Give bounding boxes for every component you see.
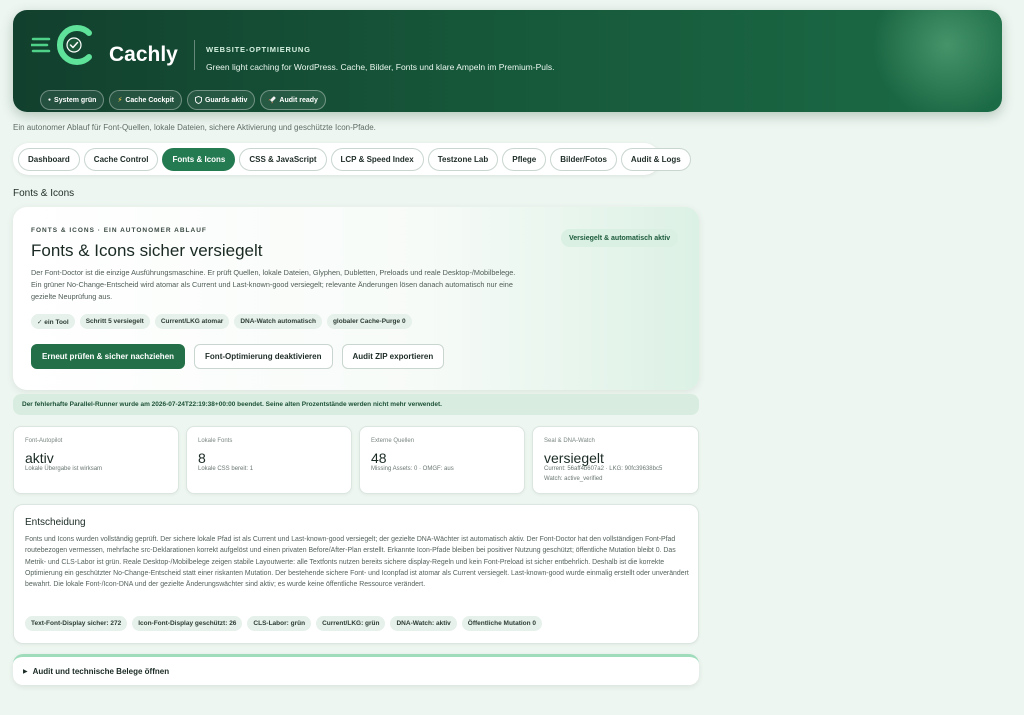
status-chip-system[interactable]: ● System grün	[40, 90, 105, 110]
header-divider	[194, 40, 195, 70]
metric-external-sources: Externe Quellen 48 Missing Assets: 0 · O…	[359, 426, 525, 494]
fonts-status-card: FONTS & ICONS · EIN AUTONOMER ABLAUF Fon…	[13, 207, 699, 390]
status-chip-list: ● System grün ⚡ Cache Cockpit Guards akt…	[40, 90, 326, 110]
tab-audit-logs[interactable]: Audit & Logs	[620, 147, 691, 171]
card-actions: Erneut prüfen & sicher nachziehen Font-O…	[31, 344, 445, 369]
audit-details-label: Audit und technische Belege öffnen	[32, 666, 170, 676]
status-chip-label: Cache Cockpit	[125, 96, 174, 104]
brand-name: Cachly	[109, 43, 178, 66]
deactivate-button[interactable]: Font-Optimierung deaktivieren	[194, 344, 333, 369]
shield-icon	[195, 96, 202, 104]
metric-sub-watch: Watch: active_verified	[544, 476, 603, 482]
metric-sub: Lokale CSS bereit: 1	[198, 466, 254, 472]
chip-one-tool: ✓ ein Tool	[31, 314, 75, 329]
decision-title: Entscheidung	[25, 517, 86, 528]
chip-public-mutation: Öffentliche Mutation 0	[461, 616, 543, 631]
app-header: Cachly WEBSITE-OPTIMIERUNG Green light c…	[13, 10, 1002, 112]
card-description: Der Font-Doctor ist die einzige Ausführu…	[31, 268, 516, 301]
decision-chip-list: Text-Font-Display sicher: 272 Icon-Font-…	[25, 616, 543, 631]
metric-font-autopilot: Font-Autopilot aktiv Lokale Übergabe ist…	[13, 426, 179, 494]
chip-dna-watch: DNA-Watch automatisch	[234, 314, 322, 329]
tab-lcp-speed-index[interactable]: LCP & Speed Index	[330, 147, 424, 171]
recheck-button[interactable]: Erneut prüfen & sicher nachziehen	[31, 344, 186, 369]
expand-arrow-icon: ▶	[23, 668, 28, 675]
metric-local-fonts: Lokale Fonts 8 Lokale CSS bereit: 1	[186, 426, 352, 494]
tab-cache-control[interactable]: Cache Control	[83, 147, 159, 171]
intro-text: Ein autonomer Ablauf für Font-Quellen, l…	[13, 123, 376, 132]
runner-notice: Der fehlerhafte Parallel-Runner wurde am…	[13, 394, 699, 415]
chip-current-lkg: Current/LKG atomar	[154, 314, 230, 329]
metric-label: Lokale Fonts	[198, 438, 233, 444]
tab-pflege[interactable]: Pflege	[502, 147, 547, 171]
chip-cls-lab: CLS-Labor: grün	[247, 616, 312, 631]
chip-cache-purge: globaler Cache-Purge 0	[326, 314, 412, 329]
rocket-icon	[268, 96, 276, 104]
metric-sub: Missing Assets: 0 · OMGF: aus	[371, 466, 454, 472]
metric-label: Font-Autopilot	[25, 438, 63, 444]
decision-card: Entscheidung Fonts und Icons wurden voll…	[13, 504, 699, 644]
tab-dashboard[interactable]: Dashboard	[18, 147, 80, 171]
chip-dna-watch-status: DNA-Watch: aktiv	[390, 616, 457, 631]
header-tagline: Green light caching for WordPress. Cache…	[206, 62, 555, 72]
page: Cachly WEBSITE-OPTIMIERUNG Green light c…	[0, 0, 1024, 715]
status-chip-label: System grün	[54, 96, 97, 104]
status-chip-guards[interactable]: Guards aktiv	[186, 90, 256, 110]
card-kicker: FONTS & ICONS · EIN AUTONOMER ABLAUF	[31, 227, 207, 234]
chip-icon-font-display: Icon-Font-Display geschützt: 26	[132, 616, 243, 631]
status-chip-label: Guards aktiv	[204, 96, 248, 104]
chip-text-font-display: Text-Font-Display sicher: 272	[25, 616, 128, 631]
card-chip-list: ✓ ein Tool Schritt 5 versiegelt Current/…	[31, 314, 412, 329]
tab-css-javascript[interactable]: CSS & JavaScript	[239, 147, 327, 171]
seal-status-badge: Versiegelt & automatisch aktiv	[561, 229, 679, 247]
metric-sub: Lokale Übergabe ist wirksam	[25, 466, 103, 472]
decision-text: Fonts und Icons wurden vollständig geprü…	[25, 536, 689, 589]
metric-value: 8	[198, 450, 206, 466]
metric-value: versiegelt	[544, 450, 604, 466]
header-glow	[872, 10, 1002, 112]
tab-fonts-icons[interactable]: Fonts & Icons	[162, 147, 236, 171]
dot-icon: ●	[48, 97, 52, 103]
cachly-logo-icon	[31, 25, 92, 65]
status-chip-cache[interactable]: ⚡ Cache Cockpit	[109, 90, 182, 110]
metric-seal-dna-watch: Seal & DNA-Watch versiegelt Current: 56a…	[532, 426, 699, 494]
metric-value: aktiv	[25, 450, 54, 466]
status-chip-audit[interactable]: Audit ready	[260, 90, 326, 110]
chip-step-sealed: Schritt 5 versiegelt	[79, 314, 150, 329]
export-audit-button[interactable]: Audit ZIP exportieren	[341, 344, 445, 369]
metric-label: Seal & DNA-Watch	[544, 438, 595, 444]
status-chip-label: Audit ready	[279, 96, 318, 104]
chip-current-lkg-status: Current/LKG: grün	[316, 616, 386, 631]
metric-sub: Current: 56aff4b607a2 · LKG: 90fc39638bc…	[544, 466, 663, 472]
tab-testzone-lab[interactable]: Testzone Lab	[427, 147, 499, 171]
metric-value: 48	[371, 450, 387, 466]
header-kicker: WEBSITE-OPTIMIERUNG	[206, 45, 311, 54]
metric-label: Externe Quellen	[371, 438, 415, 444]
lightning-icon: ⚡	[117, 97, 123, 104]
tab-bilder-fotos[interactable]: Bilder/Fotos	[550, 147, 617, 171]
section-title: Fonts & Icons	[13, 188, 75, 199]
tab-bar: Dashboard Cache Control Fonts & Icons CS…	[13, 143, 691, 175]
audit-details-toggle[interactable]: ▶ Audit und technische Belege öffnen	[13, 654, 699, 685]
card-title: Fonts & Icons sicher versiegelt	[31, 241, 263, 260]
